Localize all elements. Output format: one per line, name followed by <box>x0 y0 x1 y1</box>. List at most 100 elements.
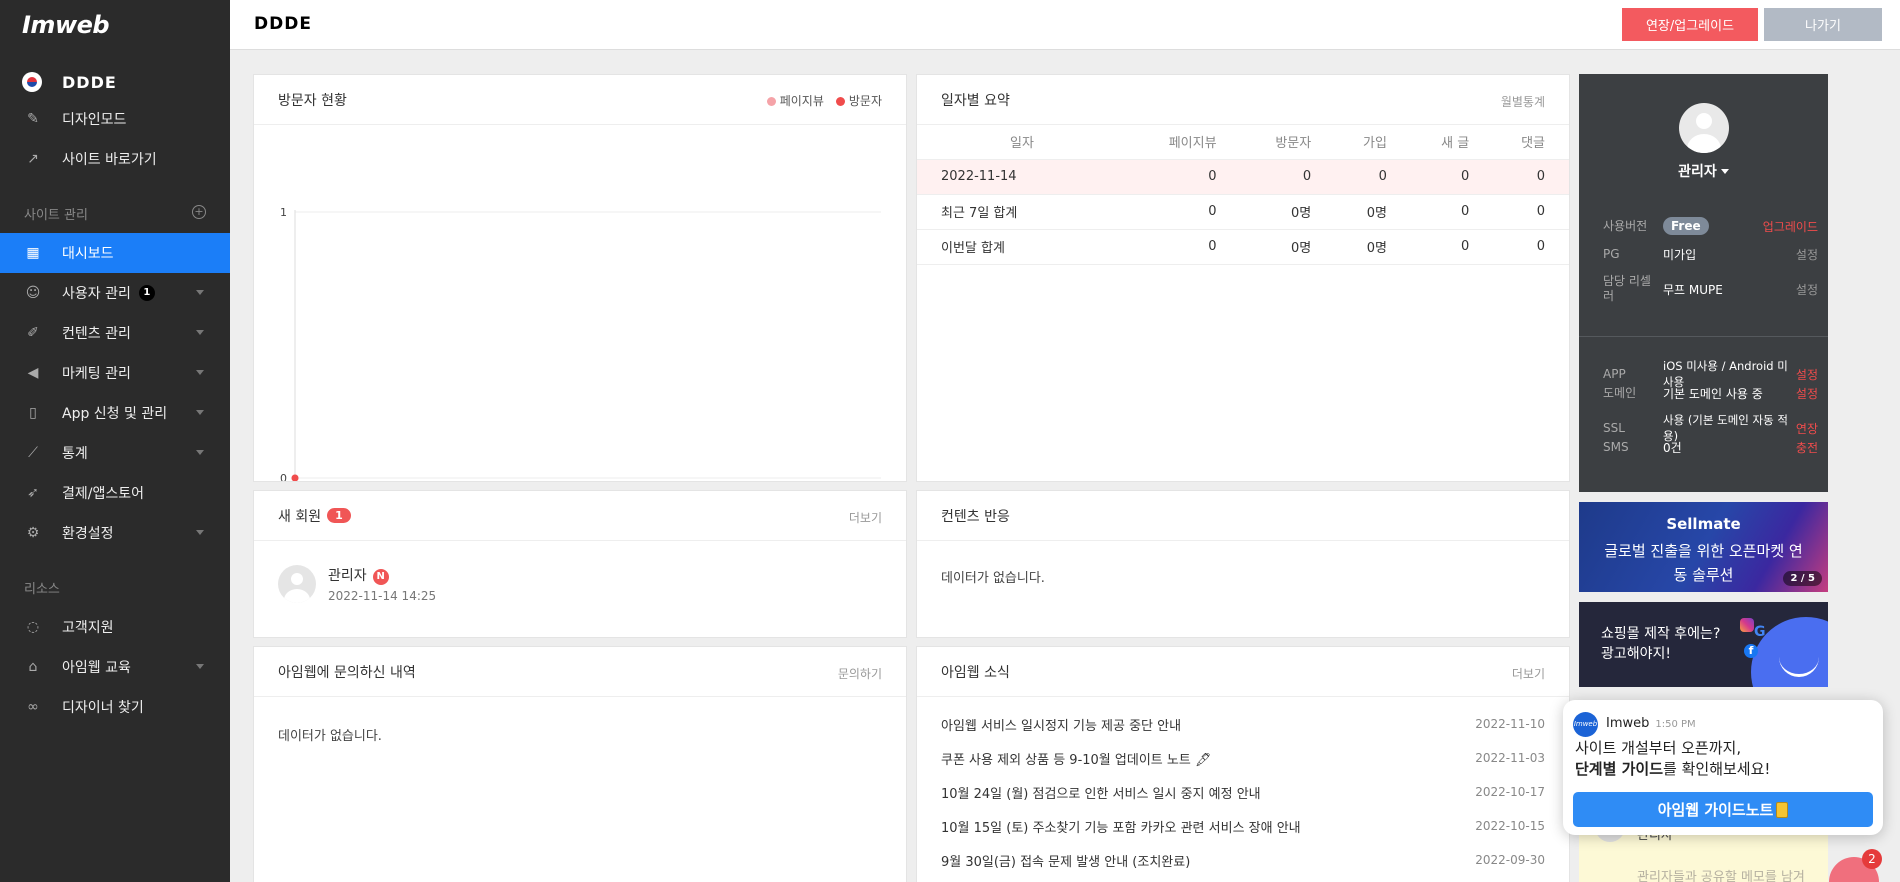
table-cell: 0 <box>1493 159 1569 195</box>
facebook-icon: f <box>1744 644 1758 658</box>
imweb-logo[interactable]: Imweb <box>0 0 230 50</box>
news-date: 2022-11-03 <box>1475 751 1545 765</box>
news-item[interactable]: 쿠폰 사용 제외 상품 등 9-10월 업데이트 노트 🖋 2022-11-03 <box>941 741 1545 775</box>
exit-button[interactable]: 나가기 <box>1764 8 1882 41</box>
table-cell: 0 <box>1410 159 1494 195</box>
profile-row-sms: SMS 0건 충전 <box>1603 439 1818 456</box>
nav-app-manage[interactable]: ▯ App 신청 및 관리 <box>0 393 230 433</box>
nav-settings[interactable]: ⚙ 환경설정 <box>0 513 230 553</box>
reseller-settings-link[interactable]: 설정 <box>1796 281 1818 298</box>
korea-flag-icon <box>22 72 42 92</box>
nav-design-mode[interactable]: ✎ 디자인모드 <box>0 99 230 139</box>
nav-marketing-manage[interactable]: ◀ 마케팅 관리 <box>0 353 230 393</box>
nav-label: 사용자 관리 <box>62 286 131 302</box>
news-item[interactable]: 10월 24일 (월) 점검으로 인한 서비스 일시 중지 예정 안내 2022… <box>941 775 1545 809</box>
admin-profile-card: 관리자 사용버전 Free 업그레이드 PG 미가입 설정 담당 리셀러 무프 … <box>1579 74 1828 492</box>
news-date: 2022-09-30 <box>1475 853 1545 867</box>
legend-visitor[interactable]: 방문자 <box>835 92 882 109</box>
chevron-down-icon <box>196 450 204 455</box>
sidebar: Imweb DDDE ✎ 디자인모드 ↗ 사이트 바로가기 사이트 관리 + ▦… <box>0 0 230 882</box>
inquire-link[interactable]: 문의하기 <box>838 665 882 682</box>
nav-label: 디자이너 찾기 <box>62 700 144 716</box>
upgrade-link[interactable]: 업그레이드 <box>1763 218 1818 235</box>
panel-header: 아임웹 소식 더보기 <box>917 647 1569 697</box>
legend-pageview[interactable]: 페이지뷰 <box>766 92 824 109</box>
table-cell: 최근 7일 합계 <box>917 194 1127 230</box>
app-settings-link[interactable]: 설정 <box>1796 366 1818 383</box>
chevron-down-icon <box>196 330 204 335</box>
nav-site-shortcut[interactable]: ↗ 사이트 바로가기 <box>0 139 230 179</box>
glasses-icon: ∞ <box>27 699 39 715</box>
sms-charge-link[interactable]: 충전 <box>1796 439 1818 456</box>
member-item[interactable]: 관리자 N 2022-11-14 14:25 <box>278 565 436 603</box>
news-item[interactable]: 9월 30일(금) 접속 문제 발생 안내 (조치완료) 2022-09-30 <box>941 843 1545 877</box>
ssl-extend-link[interactable]: 연장 <box>1796 420 1818 437</box>
content-reaction-panel: 컨텐츠 반응 데이터가 없습니다. <box>916 490 1570 638</box>
col-comment: 댓글 <box>1493 125 1569 160</box>
row-key: 도메인 <box>1603 386 1637 400</box>
col-visitor: 방문자 <box>1240 125 1336 160</box>
admin-name-dropdown[interactable]: 관리자 <box>1579 161 1828 181</box>
nav-content-manage[interactable]: ✐ 컨텐츠 관리 <box>0 313 230 353</box>
nav-user-manage[interactable]: ☺ 사용자 관리 1 <box>0 273 230 313</box>
row-value: 무프 MUPE <box>1663 282 1723 297</box>
table-row: 이번달 합계 0 0명 0명 0 0 <box>917 229 1569 265</box>
chat-popup[interactable]: Imweb Imweb 1:50 PM 사이트 개설부터 오픈까지, 단계별 가이… <box>1563 700 1883 835</box>
row-value: 미가입 <box>1663 248 1697 262</box>
external-link-icon: ↗ <box>27 151 39 167</box>
news-item[interactable]: 아임웹 서비스 일시정지 기능 제공 중단 안내 2022-11-10 <box>941 707 1545 741</box>
row-key: SSL <box>1603 420 1625 435</box>
panel-title: 일자별 요약 <box>941 92 1010 109</box>
row-key: 담당 리셀러 <box>1603 274 1651 303</box>
nav-payment-appstore[interactable]: ➶ 결제/앱스토어 <box>0 473 230 513</box>
nav-customer-support[interactable]: ◌ 고객지원 <box>0 607 230 647</box>
sellmate-banner[interactable]: Sellmate 글로벌 진출을 위한 오픈마켓 연동 솔루션 2 / 5 <box>1579 502 1828 592</box>
banner-text: 글로벌 진출을 위한 오픈마켓 연동 솔루션 <box>1604 542 1803 584</box>
y-tick-label: 1 <box>280 206 287 219</box>
ad-banner[interactable]: 쇼핑몰 제작 후에는? 광고해야지! G f <box>1579 602 1828 687</box>
site-nav: ✎ 디자인모드 ↗ 사이트 바로가기 <box>0 99 230 179</box>
nav-statistics[interactable]: ⟋ 통계 <box>0 433 230 473</box>
nav-label: 고객지원 <box>62 620 114 636</box>
member-name: 관리자 <box>328 568 367 584</box>
nav-label: 디자인모드 <box>62 112 127 128</box>
site-selector[interactable]: DDDE <box>0 65 230 99</box>
more-link[interactable]: 더보기 <box>1512 665 1545 682</box>
banner-pager: 2 / 5 <box>1783 571 1822 586</box>
avatar[interactable] <box>1679 103 1729 153</box>
legend-label: 페이지뷰 <box>779 94 824 108</box>
chat-time: 1:50 PM <box>1655 719 1696 730</box>
more-link[interactable]: 더보기 <box>849 509 882 526</box>
monthly-stats-link[interactable]: 월별통계 <box>1501 93 1545 110</box>
dashboard-icon: ▦ <box>26 245 40 261</box>
new-members-panel: 새 회원 1 더보기 관리자 N 2022-11-14 14:25 <box>253 490 907 638</box>
empty-message: 데이터가 없습니다. <box>278 729 382 744</box>
nav-label: 대시보드 <box>62 246 114 262</box>
table-cell: 0 <box>1127 159 1241 195</box>
memo-input-placeholder[interactable]: 관리자들과 공유할 메모를 남겨 <box>1637 866 1805 882</box>
chat-bold-text: 단계별 가이드 <box>1575 760 1664 778</box>
chart-icon: ⟋ <box>28 445 38 461</box>
notebook-icon <box>1776 802 1789 818</box>
domain-settings-link[interactable]: 설정 <box>1796 385 1818 402</box>
row-key: 사용버전 <box>1603 218 1648 233</box>
upgrade-button[interactable]: 연장/업그레이드 <box>1622 8 1758 41</box>
user-icon: ☺ <box>25 285 41 301</box>
panel-title: 새 회원 <box>278 508 322 525</box>
page-title: DDDE <box>254 14 312 34</box>
nav-find-designer[interactable]: ∞ 디자이너 찾기 <box>0 687 230 727</box>
news-item[interactable]: 10월 15일 (토) 주소찾기 기능 포함 카카오 관련 서비스 장애 안내 … <box>941 809 1545 843</box>
nav-label: 결제/앱스토어 <box>62 486 144 502</box>
nav-dashboard[interactable]: ▦ 대시보드 <box>0 233 230 273</box>
chevron-down-icon <box>196 290 204 295</box>
nav-imweb-education[interactable]: ⌂ 아임웹 교육 <box>0 647 230 687</box>
add-site-icon[interactable]: + <box>192 205 206 219</box>
new-member-count-badge: 1 <box>327 508 351 523</box>
chat-sender: Imweb 1:50 PM <box>1606 716 1696 731</box>
panel-title: 컨텐츠 반응 <box>941 508 1010 525</box>
section-site-manage: 사이트 관리 + <box>0 193 230 233</box>
pg-settings-link[interactable]: 설정 <box>1796 246 1818 263</box>
member-join-date: 2022-11-14 14:25 <box>328 589 437 603</box>
chat-icon: ◌ <box>26 619 40 635</box>
guide-note-button[interactable]: 아임웹 가이드노트 <box>1573 792 1873 827</box>
